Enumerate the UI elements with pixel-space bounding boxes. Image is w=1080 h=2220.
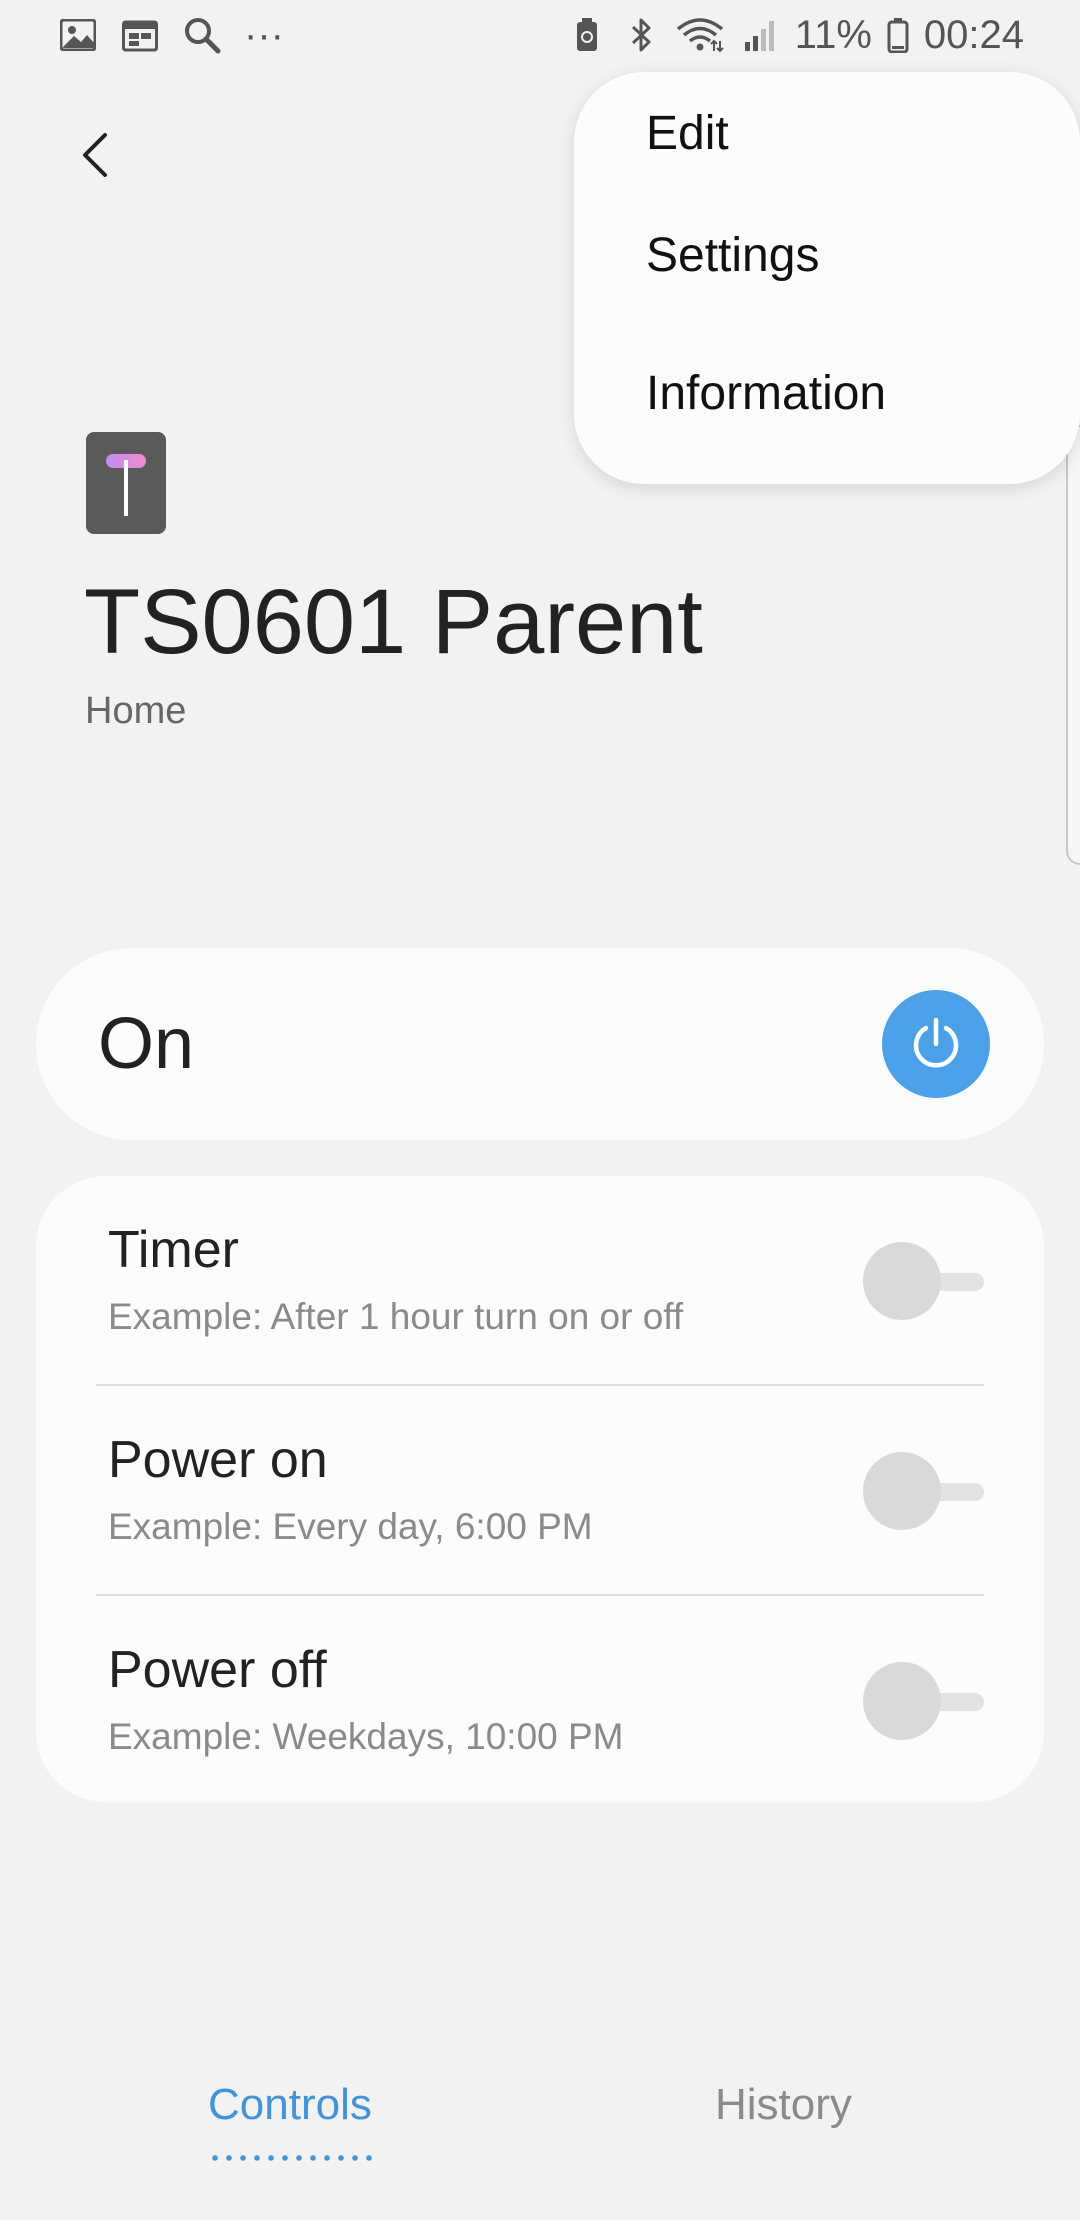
battery-saver-icon — [567, 15, 607, 55]
status-bar-right: 11% 00:24 — [567, 13, 1024, 58]
timer-toggle[interactable] — [848, 1242, 984, 1320]
schedule-title: Timer — [108, 1221, 239, 1279]
schedule-title: Power off — [108, 1641, 327, 1699]
power-icon — [913, 1017, 959, 1068]
power-card: On — [36, 948, 1044, 1140]
back-button[interactable] — [60, 115, 130, 195]
active-tab-indicator — [208, 2155, 378, 2161]
tab-controls[interactable]: Controls — [208, 2080, 372, 2130]
battery-percent: 11% — [794, 12, 872, 57]
menu-item-edit[interactable]: Edit — [574, 106, 1080, 174]
device-t-icon — [86, 432, 166, 534]
toggle-knob — [863, 1242, 941, 1320]
overflow-menu: Edit Settings Information — [574, 72, 1080, 484]
wifi-icon — [675, 15, 727, 55]
schedule-row-power-on[interactable]: Power on Example: Every day, 6:00 PM — [96, 1386, 984, 1596]
battery-icon — [886, 15, 910, 55]
schedule-row-timer[interactable]: Timer Example: After 1 hour turn on or o… — [96, 1176, 984, 1386]
bluetooth-icon — [621, 15, 661, 55]
toggle-knob — [863, 1452, 941, 1530]
image-icon — [58, 15, 98, 55]
schedule-subtitle: Example: Every day, 6:00 PM — [108, 1506, 593, 1547]
edge-panel-handle[interactable] — [1066, 425, 1080, 865]
schedule-row-power-off[interactable]: Power off Example: Weekdays, 10:00 PM — [96, 1596, 984, 1806]
signal-icon — [741, 15, 781, 55]
menu-item-settings[interactable]: Settings — [574, 228, 1080, 296]
status-bar-left: ··· — [58, 13, 284, 58]
schedule-title: Power on — [108, 1431, 328, 1489]
schedule-subtitle: Example: Weekdays, 10:00 PM — [108, 1716, 624, 1757]
device-name: TS0601 Parent — [84, 571, 703, 673]
bottom-tab-bar: Controls History — [0, 2080, 1080, 2180]
status-bar: ··· 11% 00:24 — [0, 0, 1080, 70]
search-icon — [182, 15, 222, 55]
schedule-card: Timer Example: After 1 hour turn on or o… — [36, 1176, 1044, 1802]
clock: 00:24 — [923, 12, 1024, 57]
power-on-toggle[interactable] — [848, 1452, 984, 1530]
device-location: Home — [85, 690, 187, 732]
more-icon: ··· — [244, 12, 284, 57]
tab-history[interactable]: History — [715, 2080, 852, 2130]
power-off-toggle[interactable] — [848, 1662, 984, 1740]
schedule-subtitle: Example: After 1 hour turn on or off — [108, 1296, 684, 1337]
toggle-knob — [863, 1662, 941, 1740]
power-button[interactable] — [882, 990, 990, 1098]
menu-item-information[interactable]: Information — [574, 366, 1080, 434]
power-state-label: On — [98, 1004, 195, 1084]
calendar-icon — [120, 15, 160, 55]
chevron-left-icon — [83, 133, 107, 177]
